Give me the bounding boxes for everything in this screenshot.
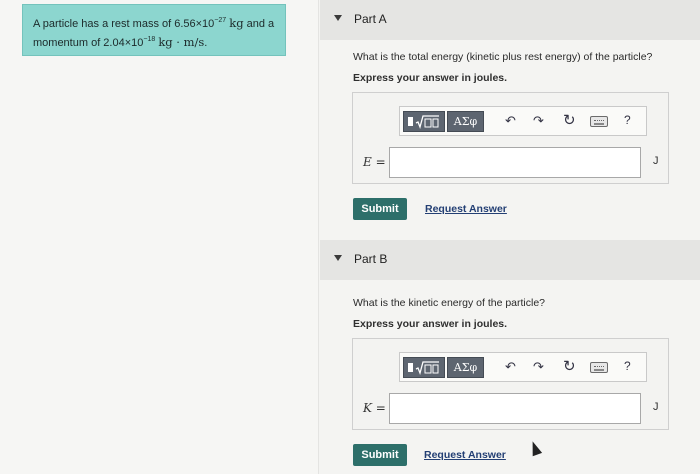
part-a-question: What is the total energy (kinetic plus r…: [353, 51, 653, 63]
collapse-caret-icon[interactable]: [334, 15, 342, 21]
momentum-unit: kg · m/s: [158, 35, 205, 49]
math-toolbar: ΑΣφ ↶ ↷ ↻ ?: [399, 352, 647, 382]
greek-symbols-button[interactable]: ΑΣφ: [447, 111, 484, 132]
help-icon[interactable]: ?: [624, 359, 631, 373]
exponent: −27: [214, 17, 227, 24]
part-a-submit-button[interactable]: Submit: [353, 198, 407, 220]
problem-text: and a: [246, 18, 275, 30]
kinetic-answer-input[interactable]: [389, 393, 641, 424]
part-b-instruction: Express your answer in joules.: [353, 318, 508, 330]
unit-label: J: [653, 401, 659, 413]
part-a-header[interactable]: Part A: [320, 0, 700, 40]
undo-icon[interactable]: ↶: [505, 113, 516, 129]
energy-variable-label: E =: [363, 155, 386, 169]
reset-icon[interactable]: ↻: [563, 111, 576, 129]
reset-icon[interactable]: ↻: [563, 357, 576, 375]
mouse-cursor-icon: [527, 439, 543, 457]
sqrt-template-icon[interactable]: [403, 357, 445, 378]
kinetic-variable-label: K =: [363, 401, 386, 415]
part-b-header[interactable]: Part B: [320, 240, 700, 280]
sqrt-template-icon[interactable]: [403, 111, 445, 132]
problem-panel: A particle has a rest mass of 6.56×10−27…: [0, 0, 318, 474]
part-b-question: What is the kinetic energy of the partic…: [353, 297, 546, 309]
collapse-caret-icon[interactable]: [334, 255, 342, 261]
problem-text: A particle has a rest mass of 6.56×10: [33, 18, 215, 30]
problem-text: .: [204, 37, 208, 49]
greek-symbols-button[interactable]: ΑΣφ: [447, 357, 484, 378]
unit-label: J: [653, 155, 659, 167]
part-b-request-answer-link[interactable]: Request Answer: [424, 449, 506, 461]
problem-text: momentum of 2.04×10: [33, 37, 144, 49]
energy-answer-input[interactable]: [389, 147, 641, 178]
part-a-title: Part A: [354, 12, 387, 26]
part-b-title: Part B: [354, 252, 388, 266]
part-a-request-answer-link[interactable]: Request Answer: [425, 203, 507, 215]
redo-icon[interactable]: ↷: [533, 113, 544, 129]
problem-line-1: A particle has a rest mass of 6.56×10−27…: [33, 14, 275, 33]
exponent: −18: [143, 36, 156, 43]
keyboard-icon[interactable]: [590, 116, 608, 127]
mass-unit: kg: [229, 16, 244, 30]
keyboard-icon[interactable]: [590, 362, 608, 373]
help-icon[interactable]: ?: [624, 113, 631, 127]
part-b-submit-button[interactable]: Submit: [353, 444, 407, 466]
problem-statement: A particle has a rest mass of 6.56×10−27…: [22, 4, 286, 56]
math-toolbar: ΑΣφ ↶ ↷ ↻ ?: [399, 106, 647, 136]
redo-icon[interactable]: ↷: [533, 359, 544, 375]
undo-icon[interactable]: ↶: [505, 359, 516, 375]
panel-divider: [318, 0, 319, 474]
part-a-instruction: Express your answer in joules.: [353, 72, 508, 84]
part-a-answer-box: ΑΣφ ↶ ↷ ↻ ? E = J: [352, 92, 669, 184]
problem-line-2: momentum of 2.04×10−18 kg · m/s.: [33, 33, 275, 52]
part-b-answer-box: ΑΣφ ↶ ↷ ↻ ? K = J: [352, 338, 669, 430]
